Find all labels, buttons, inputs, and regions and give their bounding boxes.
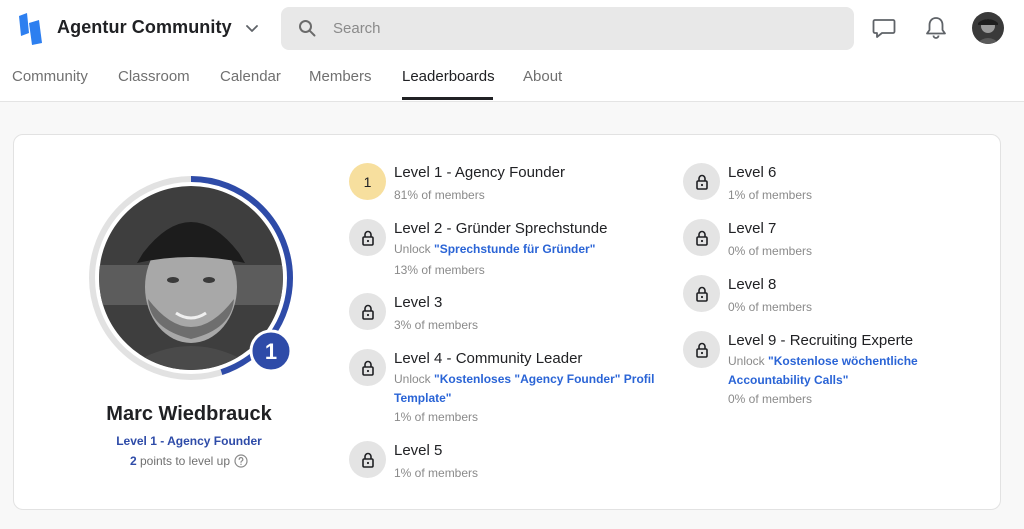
points-text: points to level up [136, 454, 231, 468]
tab-about[interactable]: About [523, 68, 562, 85]
profile-name: Marc Wiedbrauck [106, 403, 272, 425]
level-members-pct: 1% of members [394, 466, 479, 480]
profile-level-label: Level 1 - Agency Founder [116, 434, 262, 448]
level-members-pct: 0% of members [728, 392, 813, 406]
level-title: Level 7 [728, 220, 777, 237]
points-to-level-up: 2 points to level up [14, 454, 364, 468]
level-title: Level 6 [728, 164, 777, 181]
level-members-pct: 1% of members [728, 188, 813, 202]
help-icon[interactable] [234, 454, 248, 468]
top-header: Agentur Community Community Classroom Ca… [0, 0, 1024, 102]
lock-badge [683, 219, 720, 256]
lock-icon [695, 342, 708, 358]
search-icon [299, 20, 316, 37]
tab-classroom[interactable]: Classroom [118, 68, 190, 85]
lock-icon [695, 174, 708, 190]
level-badge-number: 1 [265, 339, 277, 364]
level-members-pct: 81% of members [394, 188, 485, 202]
tab-community[interactable]: Community [12, 68, 88, 85]
lock-icon [361, 230, 374, 246]
points-value: 2 [129, 454, 137, 468]
lock-badge [349, 293, 386, 330]
search-input[interactable] [333, 7, 833, 50]
current-level-badge: 1 [349, 163, 386, 200]
search-bar [281, 7, 854, 50]
lock-badge [349, 349, 386, 386]
profile-avatar-progress[interactable]: 1 [88, 175, 294, 381]
lock-badge [683, 163, 720, 200]
level-title: Level 4 - Community Leader [394, 350, 583, 367]
level-members-pct: 3% of members [394, 318, 479, 332]
unlock-prefix: Unlock [394, 242, 435, 256]
app-logo-icon[interactable] [18, 13, 44, 45]
tab-members[interactable]: Members [309, 68, 372, 85]
tab-calendar[interactable]: Calendar [220, 68, 281, 85]
bell-icon[interactable] [923, 15, 949, 41]
lock-icon [361, 304, 374, 320]
level-title: Level 5 [394, 442, 443, 459]
level-title: Level 2 - Gründer Sprechstunde [394, 220, 608, 237]
lock-icon [695, 230, 708, 246]
chat-icon[interactable] [871, 15, 897, 41]
unlock-prefix: Unlock [394, 372, 435, 386]
level-title: Level 1 - Agency Founder [394, 164, 565, 181]
lock-icon [361, 452, 374, 468]
chevron-down-icon[interactable] [244, 20, 260, 36]
leaderboard-card: 1 Marc Wiedbrauck Level 1 - Agency Found… [13, 134, 1001, 510]
level-title: Level 8 [728, 276, 777, 293]
level-unlock: Unlock "Sprechstunde für Gründer" [394, 240, 654, 259]
level-number: 1 [363, 173, 372, 190]
unlock-link[interactable]: "Kostenloses "Agency Founder" Profil Tem… [394, 372, 654, 405]
level-members-pct: 0% of members [728, 244, 813, 258]
tab-leaderboards[interactable]: Leaderboards [402, 68, 495, 85]
nav-tabs: Community Classroom Calendar Members Lea… [0, 66, 1024, 102]
level-unlock: Unlock "Kostenlose wöchentliche Accounta… [728, 352, 948, 390]
user-avatar[interactable] [972, 12, 1004, 44]
community-name[interactable]: Agentur Community [57, 17, 232, 38]
level-title: Level 9 - Recruiting Experte [728, 332, 914, 349]
lock-icon [361, 360, 374, 376]
lock-badge [683, 275, 720, 312]
lock-badge [349, 219, 386, 256]
level-title: Level 3 [394, 294, 443, 311]
unlock-prefix: Unlock [728, 354, 769, 368]
level-members-pct: 1% of members [394, 410, 479, 424]
level-members-pct: 13% of members [394, 263, 485, 277]
level-unlock: Unlock "Kostenloses "Agency Founder" Pro… [394, 370, 656, 408]
unlock-link[interactable]: "Sprechstunde für Gründer" [434, 242, 595, 256]
level-members-pct: 0% of members [728, 300, 813, 314]
lock-badge [349, 441, 386, 478]
lock-icon [695, 286, 708, 302]
active-tab-indicator [402, 97, 493, 100]
lock-badge [683, 331, 720, 368]
